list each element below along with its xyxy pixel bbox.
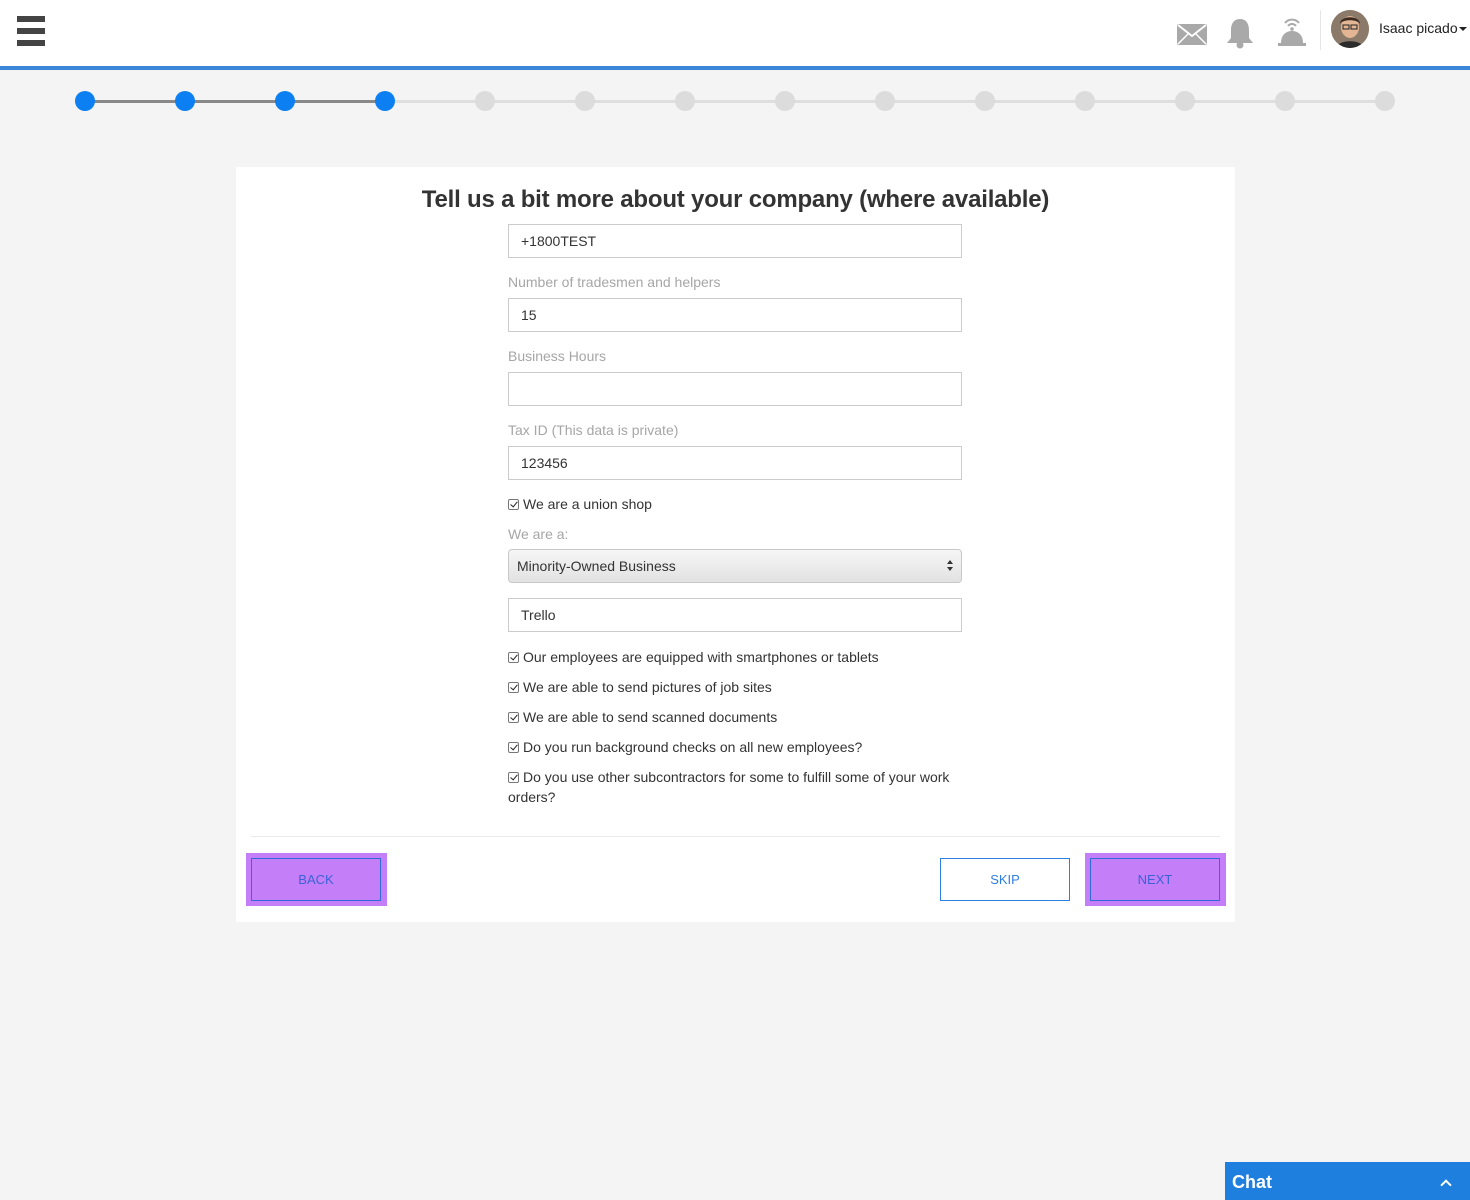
stepper-connector <box>1285 100 1385 103</box>
stepper-connector <box>585 100 685 103</box>
stepper-connector <box>185 100 285 103</box>
tradesmen-input[interactable] <box>508 298 962 332</box>
smartphones-checkbox[interactable] <box>508 652 519 663</box>
smartphones-label: Our employees are equipped with smartpho… <box>523 649 879 665</box>
check-smartphones-option: Our employees are equipped with smartpho… <box>508 647 978 667</box>
stepper-connector <box>885 100 985 103</box>
stepper-connector <box>485 100 585 103</box>
chevron-up-icon[interactable] <box>1440 1179 1452 1191</box>
mail-icon[interactable] <box>1175 14 1209 50</box>
hamburger-menu-icon[interactable] <box>17 16 45 46</box>
chat-label: Chat <box>1232 1172 1272 1192</box>
stepper-dot-pending <box>1175 91 1195 111</box>
stepper-connector <box>785 100 885 103</box>
back-button[interactable]: BACK <box>251 858 381 901</box>
subcontractors-label: Do you use other subcontractors for some… <box>508 769 950 805</box>
tradesmen-label: Number of tradesmen and helpers <box>508 274 721 290</box>
we-are-a-label: We are a: <box>508 526 569 542</box>
stepper-dot-completed <box>375 91 395 111</box>
company-details-card: Tell us a bit more about your company (w… <box>236 167 1235 922</box>
stepper-dot-pending <box>775 91 795 111</box>
stepper-dot-completed <box>275 91 295 111</box>
check-subcontractors-option: Do you use other subcontractors for some… <box>508 767 978 807</box>
business-type-select[interactable]: Minority-Owned Business <box>508 549 962 583</box>
stepper-dot-pending <box>1275 91 1295 111</box>
business-type-value: Minority-Owned Business <box>517 558 676 574</box>
stepper-connector <box>1085 100 1185 103</box>
business-hours-label: Business Hours <box>508 348 607 364</box>
stepper-connector <box>385 100 485 103</box>
bell-icon[interactable] <box>1223 14 1257 50</box>
pictures-checkbox[interactable] <box>508 682 519 693</box>
stepper-connector <box>985 100 1085 103</box>
stepper-dot-completed <box>75 91 95 111</box>
business-hours-input[interactable] <box>508 372 962 406</box>
stepper-dot-pending <box>975 91 995 111</box>
stepper-dot-pending <box>475 91 495 111</box>
progress-stepper <box>0 90 1470 114</box>
card-divider <box>251 836 1220 837</box>
chat-widget[interactable]: Chat <box>1225 1162 1470 1200</box>
next-button[interactable]: NEXT <box>1090 858 1220 901</box>
stepper-dot-completed <box>175 91 195 111</box>
tax-id-input[interactable] <box>508 446 962 480</box>
bellhop-icon[interactable] <box>1275 14 1309 50</box>
phone-input[interactable] <box>508 224 962 258</box>
avatar[interactable] <box>1331 10 1369 48</box>
scanned-docs-checkbox[interactable] <box>508 712 519 723</box>
stepper-connector <box>1185 100 1285 103</box>
background-checks-label: Do you run background checks on all new … <box>523 739 863 755</box>
check-background-option: Do you run background checks on all new … <box>508 737 978 757</box>
subcontractors-checkbox[interactable] <box>508 772 519 783</box>
header-divider <box>1320 10 1321 50</box>
user-name: Isaac picado <box>1379 20 1458 36</box>
stepper-dot-pending <box>875 91 895 111</box>
union-shop-option: We are a union shop <box>508 494 978 514</box>
scanned-docs-label: We are able to send scanned documents <box>523 709 778 725</box>
skip-button[interactable]: SKIP <box>940 858 1070 901</box>
select-arrows-icon <box>947 560 955 573</box>
stepper-dot-pending <box>575 91 595 111</box>
stepper-dot-pending <box>1075 91 1095 111</box>
stepper-connector <box>285 100 385 103</box>
stepper-dot-pending <box>675 91 695 111</box>
check-pictures-option: We are able to send pictures of job site… <box>508 677 978 697</box>
caret-down-icon <box>1458 27 1467 32</box>
pictures-label: We are able to send pictures of job site… <box>523 679 772 695</box>
background-checks-checkbox[interactable] <box>508 742 519 753</box>
tax-id-label: Tax ID (This data is private) <box>508 422 679 438</box>
top-bar: Isaac picado <box>0 0 1470 66</box>
user-menu[interactable]: Isaac picado <box>1379 20 1467 36</box>
page-title: Tell us a bit more about your company (w… <box>421 186 1050 213</box>
union-shop-checkbox[interactable] <box>508 499 519 510</box>
stepper-connector <box>85 100 185 103</box>
stepper-dot-pending <box>1375 91 1395 111</box>
stepper-connector <box>685 100 785 103</box>
check-scanned-docs-option: We are able to send scanned documents <box>508 707 978 727</box>
software-input[interactable] <box>508 598 962 632</box>
union-shop-label: We are a union shop <box>523 496 652 512</box>
header-accent-line <box>0 66 1470 70</box>
